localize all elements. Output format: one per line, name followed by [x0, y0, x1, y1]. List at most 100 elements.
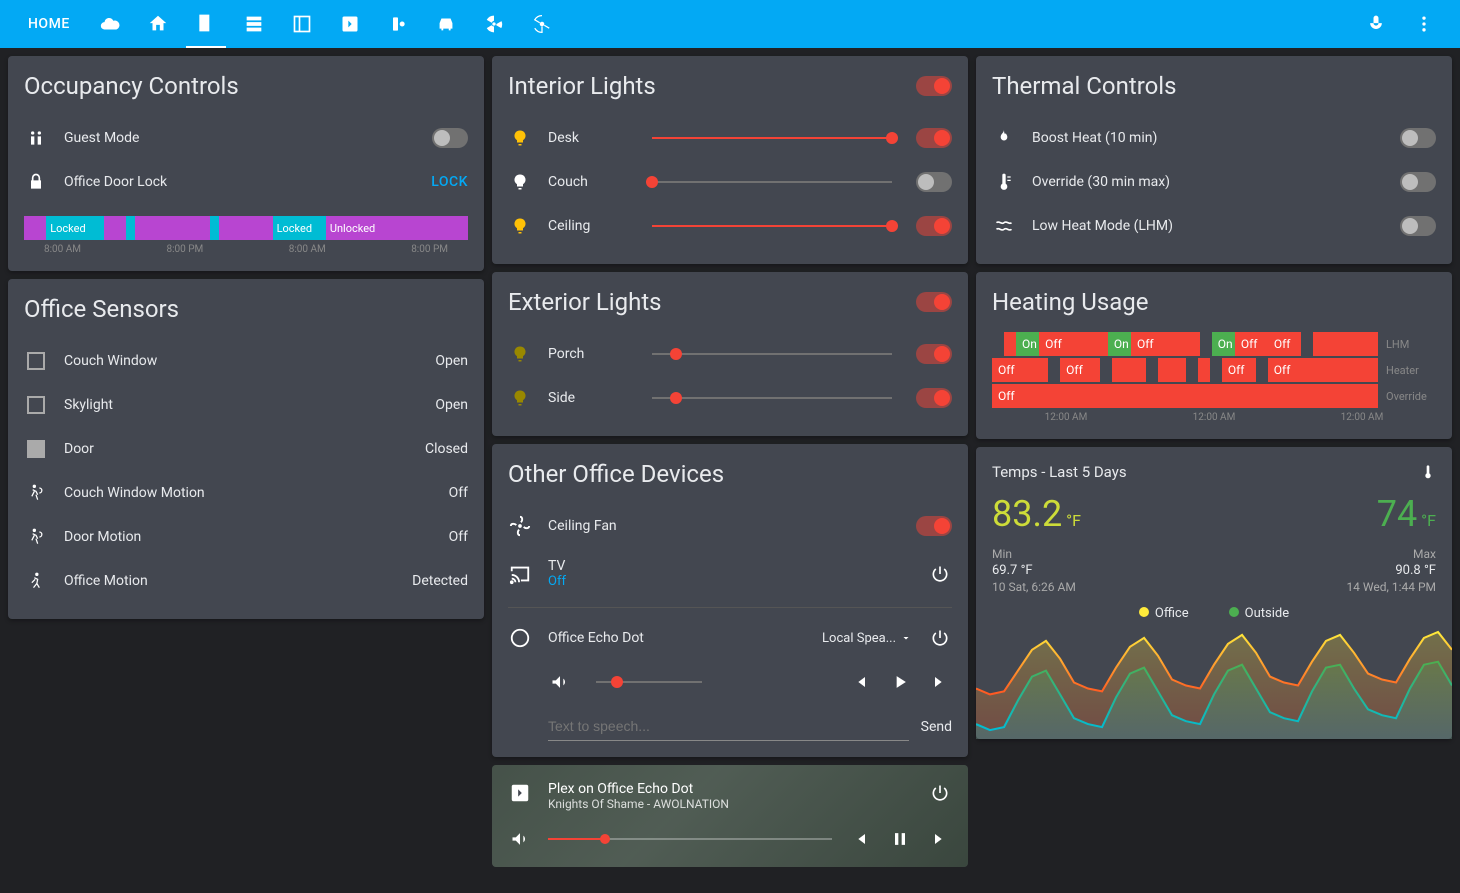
thermal-label: Override (30 min max) [1032, 174, 1384, 190]
max-label: Max [1346, 547, 1436, 561]
media-power-button[interactable] [928, 781, 952, 805]
device-icon[interactable] [378, 0, 418, 48]
max-time: 14 Wed, 1:44 PM [1346, 580, 1436, 594]
outside-temp-unit: °F [1421, 511, 1436, 530]
light-toggle[interactable] [916, 388, 952, 408]
light-row[interactable]: Side [508, 376, 952, 420]
echo-source-dropdown[interactable]: Local Spea... [822, 631, 912, 646]
light-toggle[interactable] [916, 344, 952, 364]
door-lock-row[interactable]: Office Door Lock LOCK [24, 160, 468, 204]
panel-icon[interactable] [282, 0, 322, 48]
exterior-lights-card: Exterior Lights PorchSide [492, 272, 968, 436]
brightness-slider[interactable] [652, 225, 892, 227]
door-lock-label: Office Door Lock [64, 174, 415, 190]
server-icon[interactable] [234, 0, 274, 48]
temps-card: Temps - Last 5 Days 83.2 °F 74 °F Min 69… [976, 447, 1452, 739]
sensor-row[interactable]: Door MotionOff [24, 515, 468, 559]
cloud-icon[interactable] [90, 0, 130, 48]
thermal-toggle[interactable] [1400, 216, 1436, 236]
occupancy-card: Occupancy Controls Guest Mode Office Doo… [8, 56, 484, 271]
light-row[interactable]: Couch [508, 160, 952, 204]
thermal-label: Low Heat Mode (LHM) [1032, 218, 1384, 234]
media-next-button[interactable] [928, 827, 952, 851]
door-lock-state[interactable]: LOCK [431, 174, 468, 190]
people-icon [24, 126, 48, 150]
other-devices-card: Other Office Devices Ceiling Fan TV Off … [492, 444, 968, 757]
thermal-card: Thermal Controls Boost Heat (10 min)Over… [976, 56, 1452, 264]
sensor-icon [24, 349, 48, 373]
sensor-row[interactable]: SkylightOpen [24, 383, 468, 427]
brightness-slider[interactable] [652, 397, 892, 399]
tv-state: Off [548, 574, 912, 589]
thermal-row[interactable]: Override (30 min max) [992, 160, 1436, 204]
tv-power-button[interactable] [928, 562, 952, 586]
timeline-segment: Locked [273, 216, 326, 240]
office-icon[interactable] [186, 0, 226, 48]
brightness-slider[interactable] [652, 181, 892, 183]
menu-icon[interactable] [1404, 0, 1444, 48]
play-button[interactable] [888, 670, 912, 694]
fan-toggle[interactable] [916, 516, 952, 536]
light-row[interactable]: Desk [508, 116, 952, 160]
arrow-box-icon[interactable] [330, 0, 370, 48]
nav-home[interactable]: HOME [16, 16, 82, 32]
mic-icon[interactable] [1356, 0, 1396, 48]
media-pause-button[interactable] [888, 827, 912, 851]
sensor-row[interactable]: Office MotionDetected [24, 559, 468, 603]
timeline-segment: Locked [46, 216, 104, 240]
brightness-slider[interactable] [652, 353, 892, 355]
light-row[interactable]: Porch [508, 332, 952, 376]
tts-send-button[interactable]: Send [921, 719, 952, 735]
heating-time-labels: 12:00 AM12:00 AM12:00 AM [992, 412, 1436, 423]
thermal-row[interactable]: Low Heat Mode (LHM) [992, 204, 1436, 248]
echo-volume-slider[interactable] [596, 681, 702, 683]
topbar: HOME [0, 0, 1460, 48]
bulb-icon [508, 386, 532, 410]
sensor-row[interactable]: Couch Window MotionOff [24, 471, 468, 515]
light-toggle[interactable] [916, 172, 952, 192]
legend-outside: Outside [1229, 606, 1289, 621]
media-player-card: Plex on Office Echo Dot Knights Of Shame… [492, 765, 968, 867]
light-label: Ceiling [548, 218, 628, 234]
guest-mode-row[interactable]: Guest Mode [24, 116, 468, 160]
max-value: 90.8 °F [1346, 563, 1436, 578]
sensor-icon [24, 437, 48, 461]
sensor-row[interactable]: Couch Window Open [24, 339, 468, 383]
sensor-row[interactable]: DoorClosed [24, 427, 468, 471]
light-toggle[interactable] [916, 128, 952, 148]
light-toggle[interactable] [916, 216, 952, 236]
media-volume-icon[interactable] [508, 827, 532, 851]
thermal-toggle[interactable] [1400, 128, 1436, 148]
tts-input[interactable] [548, 712, 909, 741]
bulb-icon [508, 214, 532, 238]
guest-mode-toggle[interactable] [432, 128, 468, 148]
media-progress-slider[interactable] [548, 838, 832, 840]
sensor-value: Open [435, 353, 468, 369]
volume-icon[interactable] [548, 670, 572, 694]
sensor-value: Off [449, 529, 468, 545]
sensor-label: Couch Window [64, 353, 419, 369]
thermal-row[interactable]: Boost Heat (10 min) [992, 116, 1436, 160]
brightness-slider[interactable] [652, 137, 892, 139]
echo-power-button[interactable] [928, 626, 952, 650]
fan-row[interactable]: Ceiling Fan [508, 504, 952, 548]
tv-label: TV [548, 558, 912, 574]
prev-track-button[interactable] [848, 670, 872, 694]
radioactive-icon[interactable] [474, 0, 514, 48]
radioactive-alt-icon[interactable] [522, 0, 562, 48]
light-row[interactable]: Ceiling [508, 204, 952, 248]
tv-row[interactable]: TV Off [508, 548, 952, 599]
home-icon[interactable] [138, 0, 178, 48]
occupancy-title: Occupancy Controls [24, 72, 468, 100]
thermal-toggle[interactable] [1400, 172, 1436, 192]
exterior-master-toggle[interactable] [916, 292, 952, 312]
car-icon[interactable] [426, 0, 466, 48]
exterior-title: Exterior Lights [508, 288, 916, 316]
next-track-button[interactable] [928, 670, 952, 694]
echo-row[interactable]: Office Echo Dot Local Spea... [508, 616, 952, 660]
cast-icon [508, 562, 532, 586]
media-prev-button[interactable] [848, 827, 872, 851]
interior-master-toggle[interactable] [916, 76, 952, 96]
thermal-icon [992, 126, 1016, 150]
bulb-icon [508, 170, 532, 194]
